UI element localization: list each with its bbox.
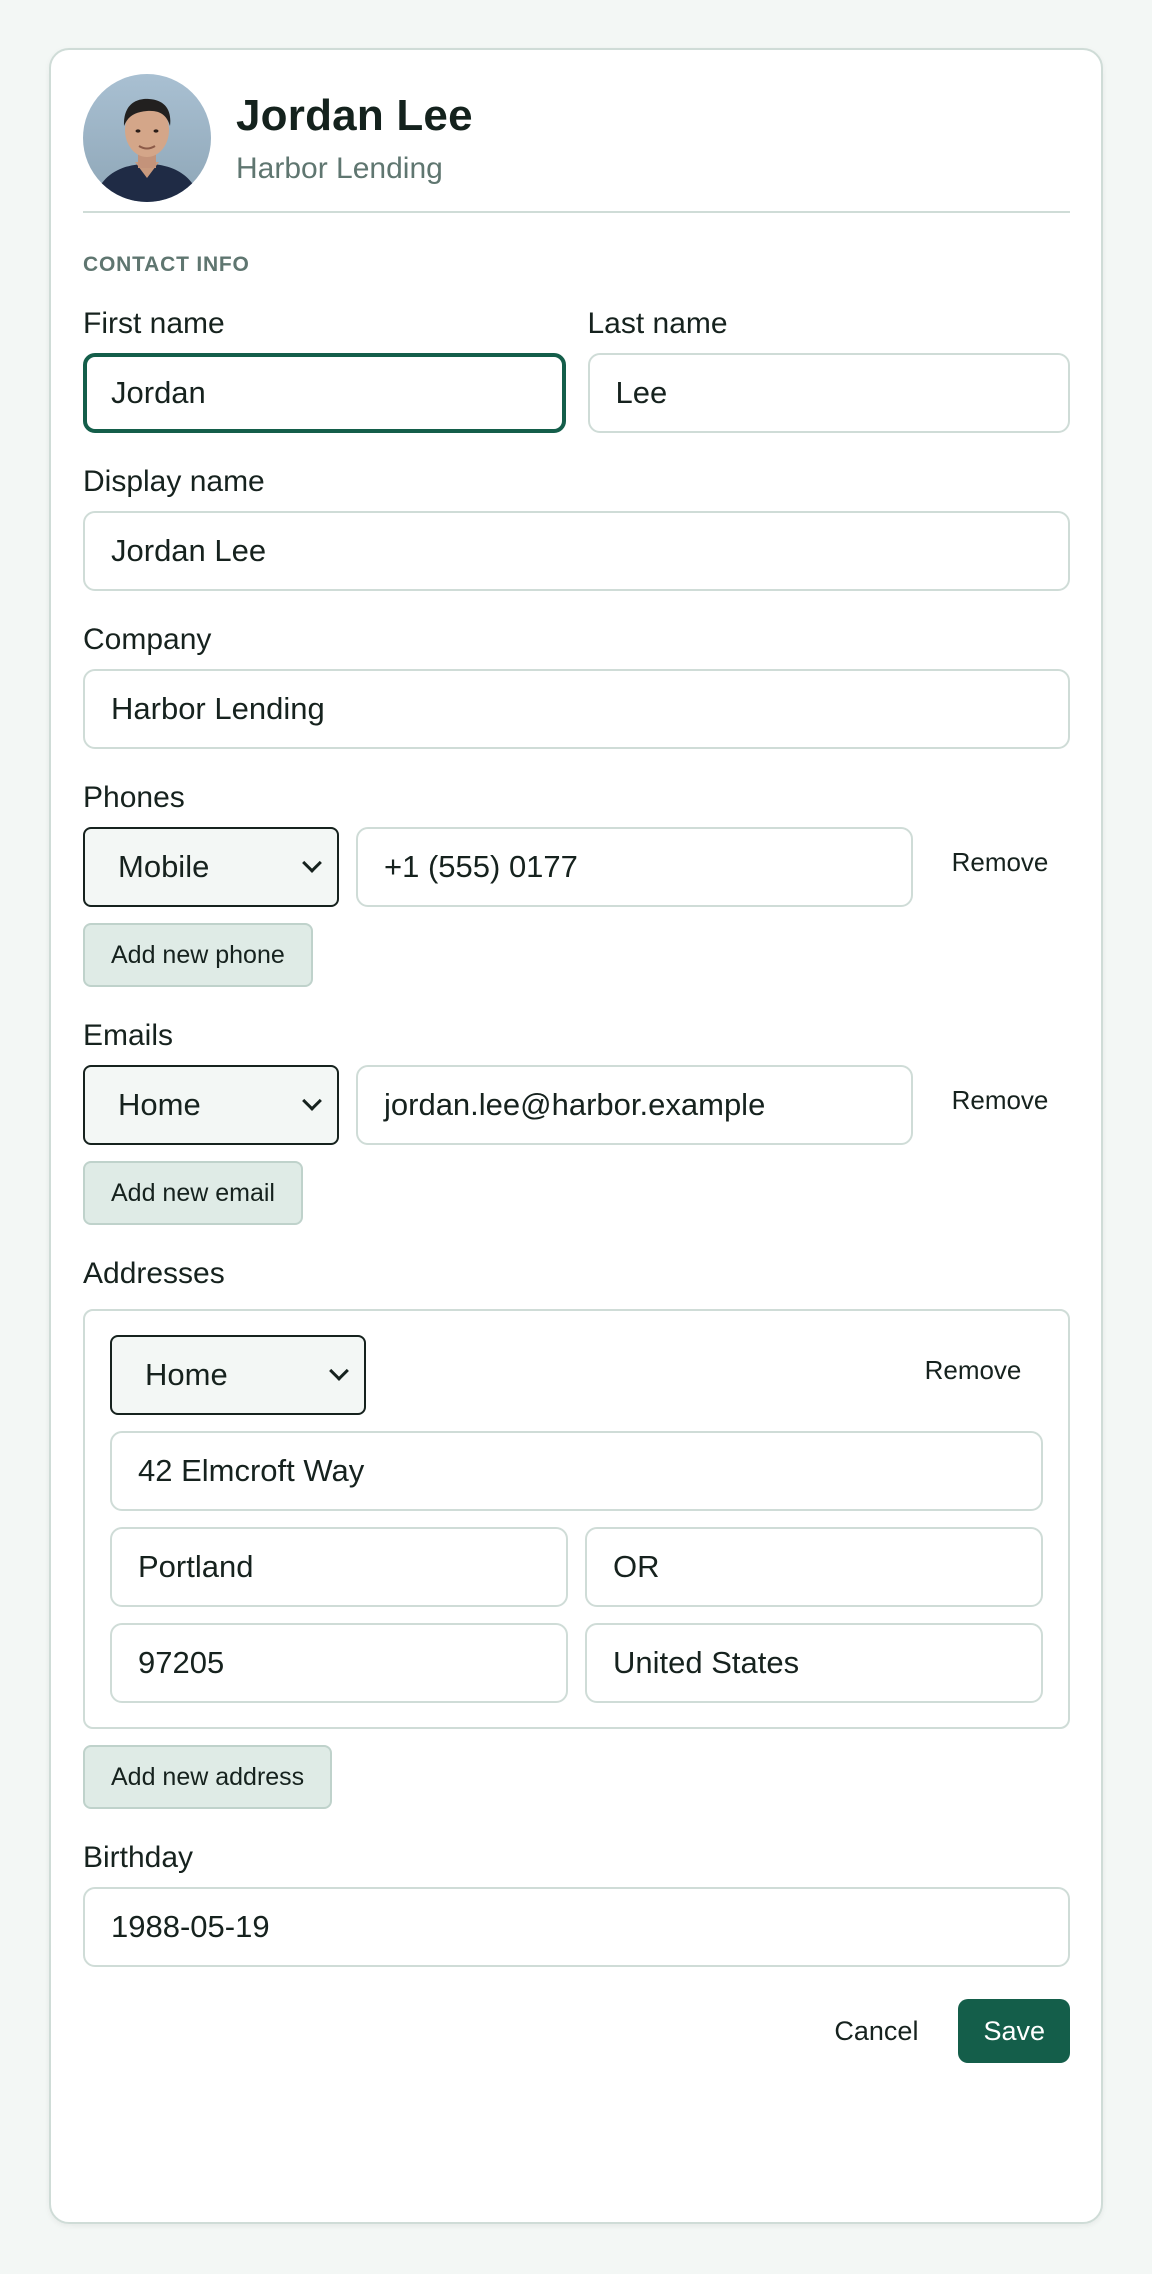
last-name-group: Last name Lee xyxy=(587,307,1070,433)
last-name-label: Last name xyxy=(587,307,728,340)
avatar-photo xyxy=(83,74,211,202)
chevron-down-icon xyxy=(329,1361,349,1381)
chevron-down-icon xyxy=(302,1091,322,1111)
contact-name: Jordan Lee xyxy=(236,91,473,140)
addresses-group: Addresses Home Remove 42 Elmcroft Way Po… xyxy=(83,1257,1070,1809)
company-group: Company Harbor Lending xyxy=(83,623,1070,749)
first-name-group: First name Jordan xyxy=(83,307,566,433)
name-row: First name Jordan Last name Lee xyxy=(83,307,1070,433)
email-row: Home jordan.lee@harbor.example Remove xyxy=(83,1065,1070,1145)
section-title: CONTACT INFO xyxy=(83,253,250,276)
add-email-button[interactable]: Add new email xyxy=(83,1161,303,1225)
birthday-label: Birthday xyxy=(83,1841,194,1874)
birthday-group: Birthday 1988-05-19 xyxy=(83,1841,1070,1967)
contact-company: Harbor Lending xyxy=(236,152,443,185)
city-state-row: Portland OR xyxy=(110,1527,1043,1623)
emails-group: Emails Home jordan.lee@harbor.example Re… xyxy=(83,1019,1070,1225)
phone-type-value: Mobile xyxy=(118,849,210,884)
avatar xyxy=(83,74,211,202)
display-name-input[interactable]: Jordan Lee xyxy=(83,511,1070,591)
address-top-row: Home Remove xyxy=(110,1335,1043,1415)
remove-address-button[interactable]: Remove xyxy=(903,1355,1043,1386)
country-input[interactable]: United States xyxy=(585,1623,1043,1703)
birthday-input[interactable]: 1988-05-19 xyxy=(83,1887,1070,1967)
add-phone-button[interactable]: Add new phone xyxy=(83,923,313,987)
header-text: Jordan Lee Harbor Lending xyxy=(236,91,473,187)
form-actions: Cancel Save xyxy=(83,1999,1070,2063)
phones-group: Phones Mobile +1 (555) 0177 Remove Add n… xyxy=(83,781,1070,987)
zip-input[interactable]: 97205 xyxy=(110,1623,568,1703)
street-input[interactable]: 42 Elmcroft Way xyxy=(110,1431,1043,1511)
address-card: Home Remove 42 Elmcroft Way Portland OR … xyxy=(83,1309,1070,1729)
save-button[interactable]: Save xyxy=(958,1999,1070,2063)
add-address-button[interactable]: Add new address xyxy=(83,1745,333,1809)
address-type-select[interactable]: Home xyxy=(110,1335,366,1415)
email-type-select[interactable]: Home xyxy=(83,1065,339,1145)
emails-label: Emails xyxy=(83,1019,174,1052)
zip-country-row: 97205 United States xyxy=(110,1623,1043,1703)
display-name-label: Display name xyxy=(83,465,265,498)
phone-type-select[interactable]: Mobile xyxy=(83,827,339,907)
contact-header: Jordan Lee Harbor Lending xyxy=(83,74,1070,213)
display-name-group: Display name Jordan Lee xyxy=(83,465,1070,591)
addresses-label: Addresses xyxy=(83,1257,225,1290)
chevron-down-icon xyxy=(302,853,322,873)
email-type-value: Home xyxy=(118,1087,201,1122)
first-name-label: First name xyxy=(83,307,225,340)
contact-edit-card: Jordan Lee Harbor Lending CONTACT INFO F… xyxy=(49,48,1103,2224)
cancel-button[interactable]: Cancel xyxy=(834,2016,918,2047)
state-input[interactable]: OR xyxy=(585,1527,1043,1607)
company-input[interactable]: Harbor Lending xyxy=(83,669,1070,749)
address-type-value: Home xyxy=(145,1357,228,1392)
email-input[interactable]: jordan.lee@harbor.example xyxy=(356,1065,913,1145)
phone-input[interactable]: +1 (555) 0177 xyxy=(356,827,913,907)
first-name-input[interactable]: Jordan xyxy=(83,353,566,433)
phones-label: Phones xyxy=(83,781,185,814)
remove-email-button[interactable]: Remove xyxy=(930,1085,1070,1116)
remove-phone-button[interactable]: Remove xyxy=(930,847,1070,878)
city-input[interactable]: Portland xyxy=(110,1527,568,1607)
last-name-input[interactable]: Lee xyxy=(587,353,1070,433)
company-label: Company xyxy=(83,623,212,656)
phone-row: Mobile +1 (555) 0177 Remove xyxy=(83,827,1070,907)
